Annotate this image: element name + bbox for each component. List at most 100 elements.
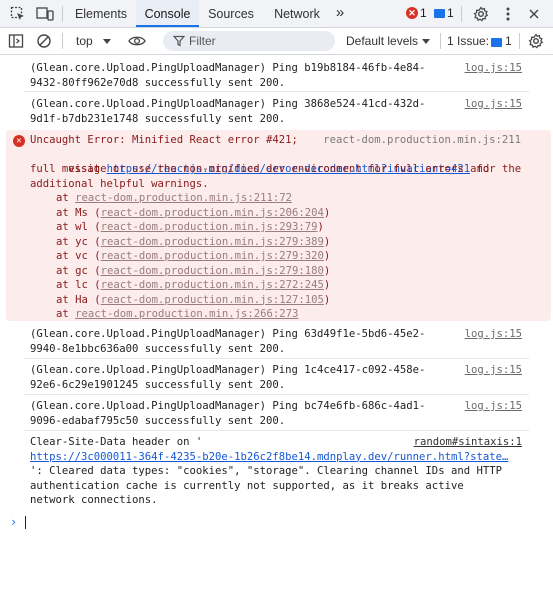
console-info-entry: Clear-Site-Data header on ' random#sinta… xyxy=(0,431,553,509)
tab-network[interactable]: Network xyxy=(266,0,328,27)
stack-frame-link[interactable]: react-dom.production.min.js:279:180 xyxy=(101,265,324,277)
settings-gear-icon[interactable] xyxy=(471,4,491,24)
clear-console-icon[interactable] xyxy=(34,31,54,51)
toolbar-divider xyxy=(62,33,63,49)
tab-elements[interactable]: Elements xyxy=(68,0,134,27)
device-toolbar-icon[interactable] xyxy=(35,4,55,24)
console-log-entry: (Glean.core.Upload.PingUploadManager) Pi… xyxy=(0,56,553,92)
filter-funnel-icon xyxy=(172,35,186,50)
stack-frame-link[interactable]: react-dom.production.min.js:279:320 xyxy=(101,250,324,262)
stack-frame-function: at lc ( xyxy=(56,279,101,291)
stack-frame-function: at xyxy=(56,308,76,320)
context-selector[interactable]: top xyxy=(70,31,120,51)
filter-box xyxy=(163,31,335,51)
issues-count: 1 xyxy=(505,34,512,48)
stack-frame-function: at Ha ( xyxy=(56,293,101,306)
stack-frame-link[interactable]: react-dom.production.min.js:279:389 xyxy=(101,236,324,248)
stack-frame-close-paren: ) xyxy=(323,250,331,262)
stack-frame-function: at gc ( xyxy=(56,264,101,277)
devtools-tab-bar: Elements Console Sources Network » ✕ 1 1 xyxy=(0,0,553,28)
log-text-line: 9096-edabaf795c50 successfully sent 200. xyxy=(30,414,286,427)
stack-frame: at react-dom.production.min.js:211:72 xyxy=(56,191,292,206)
tab-console[interactable]: Console xyxy=(136,0,199,27)
csd-page-link[interactable]: https://3c000011-364f-4235-b20e-1b26c2f8… xyxy=(30,450,523,465)
message-count-badge[interactable]: 1 xyxy=(434,6,454,20)
stack-frame-close-paren: ) xyxy=(323,279,331,291)
stack-frame-function: at yc ( xyxy=(56,235,101,248)
error-icon: ✕ xyxy=(13,135,25,147)
log-text-line: 92e6-6c29e1901245 successfully sent 200. xyxy=(30,378,286,391)
log-text-line: (Glean.core.Upload.PingUploadManager) Pi… xyxy=(30,364,426,376)
source-link[interactable]: log.js:15 xyxy=(465,327,522,342)
toolbar-divider xyxy=(440,33,441,49)
stack-frame-close-paren: ) xyxy=(323,264,331,277)
more-tabs-button[interactable]: » xyxy=(330,0,350,27)
stack-frame-function: at wl ( xyxy=(56,221,101,233)
csd-source-link[interactable]: random#sintaxis:1 xyxy=(414,435,522,450)
stack-frame-function: at xyxy=(56,192,76,204)
error-message-head: Uncaught Error: Minified React error #42… xyxy=(30,134,298,146)
stack-frame: at react-dom.production.min.js:266:273 xyxy=(56,307,298,322)
source-link[interactable]: log.js:15 xyxy=(465,363,522,378)
csd-message-line: authentication cache is currently not su… xyxy=(30,479,464,492)
toolbar-divider xyxy=(461,6,462,22)
source-link[interactable]: log.js:15 xyxy=(465,61,522,76)
stack-frame-link[interactable]: react-dom.production.min.js:272:245 xyxy=(101,279,324,291)
chevron-down-icon xyxy=(421,34,431,51)
error-count-badge[interactable]: ✕ 1 xyxy=(406,6,427,20)
log-text-line: (Glean.core.Upload.PingUploadManager) Pi… xyxy=(30,98,426,110)
source-link[interactable]: log.js:15 xyxy=(465,97,522,112)
stack-frame: at gc (react-dom.production.min.js:279:1… xyxy=(56,264,330,279)
console-log-entry: (Glean.core.Upload.PingUploadManager) Pi… xyxy=(0,92,553,128)
csd-message-line: ': Cleared data types: "cookies", "stora… xyxy=(30,465,502,477)
stack-frame-link[interactable]: react-dom.production.min.js:293:79 xyxy=(101,221,318,233)
stack-frame-link[interactable]: react-dom.production.min.js:266:273 xyxy=(75,308,298,320)
log-text-line: 9940-8e1bbc636a00 successfully sent 200. xyxy=(30,342,286,355)
stack-frame: at yc (react-dom.production.min.js:279:3… xyxy=(56,235,330,250)
tab-sources[interactable]: Sources xyxy=(202,0,260,27)
log-text-line: (Glean.core.Upload.PingUploadManager) Pi… xyxy=(30,328,426,340)
stack-frame: at wl (react-dom.production.min.js:293:7… xyxy=(56,220,324,235)
log-text-line: 9432-80ff962e70d8 successfully sent 200. xyxy=(30,76,286,89)
chevron-down-icon xyxy=(102,34,112,51)
log-text-line: 9d1f-b7db231e1748 successfully sent 200. xyxy=(30,112,286,125)
log-levels-dropdown[interactable]: Default levels xyxy=(340,31,435,51)
console-prompt-chevron: › xyxy=(10,515,18,529)
stack-frame-close-paren: ) xyxy=(323,206,331,219)
filter-input[interactable] xyxy=(189,33,329,49)
stack-frame: at Ms (react-dom.production.min.js:206:2… xyxy=(56,206,330,221)
console-input-cursor[interactable] xyxy=(25,516,26,529)
message-icon xyxy=(434,8,445,18)
issues-counter[interactable]: 1 Issue: 1 xyxy=(444,31,516,51)
console-log-entry: (Glean.core.Upload.PingUploadManager) Pi… xyxy=(0,323,553,359)
stack-frame-link[interactable]: react-dom.production.min.js:211:72 xyxy=(75,192,292,204)
toolbar-divider xyxy=(62,6,63,22)
log-text-line: (Glean.core.Upload.PingUploadManager) Pi… xyxy=(30,62,426,74)
stack-frame-function: at Ms ( xyxy=(56,206,101,219)
console-toolbar: top Default levels 1 Issue: 1 xyxy=(0,28,553,55)
stack-frame-function: at vc ( xyxy=(56,250,101,262)
error-source-link[interactable]: react-dom.production.min.js:211 xyxy=(323,133,521,148)
stack-frame: at lc (react-dom.production.min.js:272:2… xyxy=(56,278,330,293)
error-icon: ✕ xyxy=(406,7,418,19)
stack-frame-link[interactable]: react-dom.production.min.js:127:105 xyxy=(101,294,324,306)
stack-frame-link[interactable]: react-dom.production.min.js:206:204 xyxy=(101,207,324,219)
inspect-element-icon[interactable] xyxy=(8,4,28,24)
stack-frame-close-paren: ) xyxy=(323,235,331,248)
console-log-entry: (Glean.core.Upload.PingUploadManager) Pi… xyxy=(0,359,553,395)
sidebar-toggle-icon[interactable] xyxy=(6,31,26,51)
console-error-entry: ✕ Uncaught Error: Minified React error #… xyxy=(6,130,551,321)
stack-frame-close-paren: ) xyxy=(317,221,324,233)
live-expression-eye-icon[interactable] xyxy=(127,31,147,51)
more-options-icon[interactable] xyxy=(498,4,518,24)
error-message-line: full message or use the non-minified dev… xyxy=(30,163,490,175)
source-link[interactable]: log.js:15 xyxy=(465,399,522,414)
stack-frame-close-paren: ) xyxy=(323,293,331,306)
close-icon[interactable] xyxy=(524,4,544,24)
issues-label: 1 Issue: xyxy=(447,34,490,48)
toolbar-divider xyxy=(519,33,520,49)
console-log-entry: (Glean.core.Upload.PingUploadManager) Pi… xyxy=(0,395,553,431)
console-settings-gear-icon[interactable] xyxy=(526,31,546,51)
context-label: top xyxy=(76,34,93,48)
issue-message-icon xyxy=(491,38,502,47)
